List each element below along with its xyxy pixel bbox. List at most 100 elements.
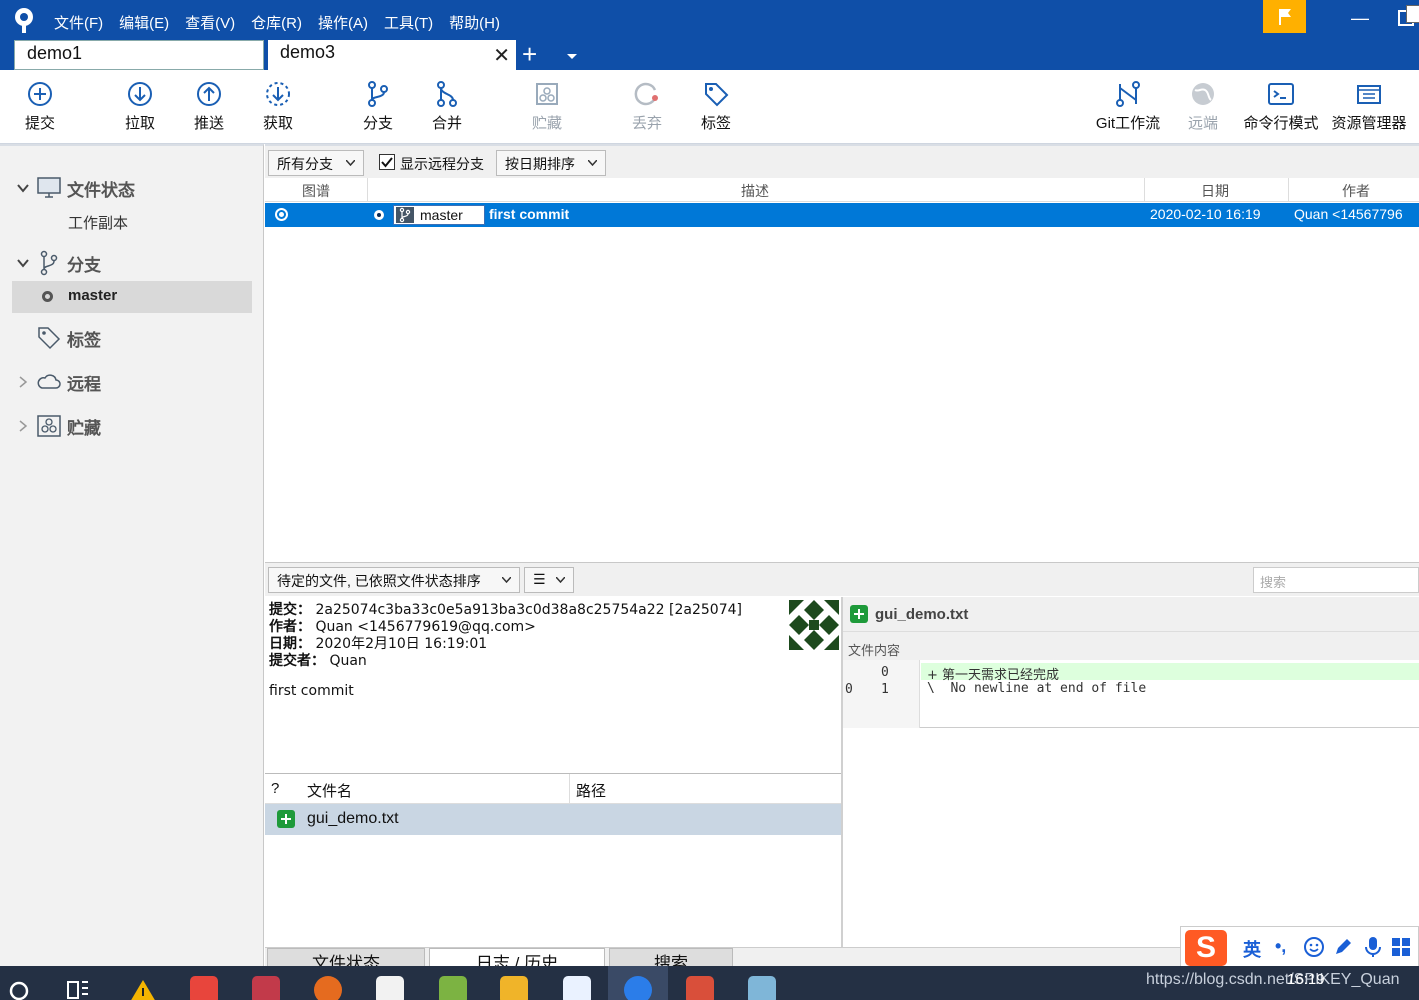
- pull-button[interactable]: 拉取: [105, 80, 175, 133]
- fetch-button[interactable]: 获取: [243, 80, 313, 133]
- chevron-right-icon[interactable]: [16, 375, 30, 389]
- tab-file-status[interactable]: 文件状态: [267, 948, 425, 966]
- ime-toolbar: S 英 •,: [1180, 926, 1419, 968]
- tag-button[interactable]: 标签: [681, 80, 751, 133]
- old-line-number: 0: [845, 682, 853, 697]
- merge-button[interactable]: 合并: [412, 80, 482, 133]
- column-divider[interactable]: [569, 774, 570, 803]
- firefox-icon[interactable]: [314, 976, 342, 1000]
- menu-tools[interactable]: 工具(T): [376, 8, 441, 37]
- flag-icon: [1278, 8, 1291, 25]
- remote-button[interactable]: 远端: [1168, 80, 1238, 133]
- close-icon[interactable]: ✕: [493, 43, 510, 68]
- show-remote-label: 显示远程分支: [400, 156, 484, 172]
- chevron-down-icon[interactable]: [16, 181, 30, 195]
- menu-help[interactable]: 帮助(H): [441, 8, 508, 37]
- task-view-icon[interactable]: [66, 980, 90, 1000]
- microphone-icon[interactable]: [1362, 935, 1384, 959]
- file-explorer-icon[interactable]: [500, 976, 528, 1000]
- watermark-text: https://blog.csdn.net/SPIKEY_Quan: [1146, 971, 1400, 988]
- column-divider[interactable]: [1144, 178, 1145, 202]
- chevron-right-icon[interactable]: [16, 419, 30, 433]
- column-divider[interactable]: [1288, 178, 1289, 202]
- terminal-button[interactable]: 命令行模式: [1240, 80, 1322, 133]
- notepad-icon[interactable]: [748, 976, 776, 1000]
- search-icon[interactable]: [8, 980, 30, 1000]
- clock[interactable]: 16:19: [1287, 971, 1325, 988]
- menu-edit[interactable]: 编辑(E): [111, 8, 177, 37]
- ime-punctuation-toggle[interactable]: •,: [1275, 936, 1286, 957]
- menu-bar: 文件(F) 编辑(E) 查看(V) 仓库(R) 操作(A) 工具(T) 帮助(H…: [46, 8, 508, 37]
- sourcetree-logo-icon: [15, 8, 33, 33]
- pen-icon[interactable]: [1332, 936, 1354, 958]
- sidebar-item-file-status[interactable]: 文件状态: [0, 173, 264, 203]
- merge-icon: [437, 81, 457, 107]
- sidebar-item-master[interactable]: master: [12, 281, 252, 313]
- menu-repository[interactable]: 仓库(R): [243, 8, 310, 37]
- discard-button[interactable]: 丢弃: [612, 80, 682, 133]
- minimize-button[interactable]: —: [1345, 4, 1375, 32]
- date-column-header[interactable]: 日期: [1201, 181, 1229, 201]
- flag-button[interactable]: [1263, 0, 1306, 33]
- graph-column-header[interactable]: 图谱: [302, 181, 330, 201]
- file-sort-dropdown[interactable]: 待定的文件, 已依照文件状态排序: [268, 567, 520, 593]
- push-button[interactable]: 推送: [174, 80, 244, 133]
- grid-icon[interactable]: [1391, 937, 1411, 957]
- monitor-icon: [37, 177, 61, 198]
- warning-app-icon[interactable]: [129, 978, 157, 1000]
- view-mode-dropdown[interactable]: ☰: [524, 567, 574, 593]
- add-tab-button[interactable]: +: [522, 40, 537, 68]
- ime-language-toggle[interactable]: 英: [1243, 936, 1261, 962]
- chevron-down-icon[interactable]: [564, 46, 580, 66]
- sidebar-item-stashes[interactable]: 贮藏: [0, 411, 264, 441]
- tab-log-history[interactable]: 日志 / 历史: [429, 948, 605, 966]
- tab-search[interactable]: 搜索: [609, 948, 733, 966]
- camera-icon[interactable]: [376, 976, 404, 1000]
- menu-actions[interactable]: 操作(A): [310, 8, 376, 37]
- tab-demo3[interactable]: demo3 ✕: [268, 40, 516, 70]
- search-input[interactable]: 搜索: [1253, 567, 1419, 593]
- description-column-header[interactable]: 描述: [741, 181, 769, 201]
- stash-icon: [536, 83, 558, 105]
- sidebar-item-working-copy[interactable]: 工作副本: [0, 207, 264, 237]
- branch-icon: [368, 81, 388, 107]
- author-column-header[interactable]: 作者: [1342, 181, 1370, 201]
- sidebar-item-tags[interactable]: 标签: [0, 323, 264, 353]
- diff-options-button[interactable]: [1406, 5, 1419, 23]
- emoji-icon[interactable]: [1303, 936, 1325, 958]
- commit-date: 2020-02-10 16:19: [1150, 206, 1261, 222]
- commit-button[interactable]: 提交: [5, 80, 75, 133]
- path-column-header[interactable]: 路径: [576, 780, 606, 801]
- sidebar-item-branches[interactable]: 分支: [0, 248, 264, 278]
- chrome-icon[interactable]: [190, 976, 218, 1000]
- show-remote-checkbox[interactable]: [379, 154, 395, 170]
- menu-view[interactable]: 查看(V): [177, 8, 243, 37]
- diff-content: 0 + 第一天需求已经完成 0 1 \ No newline at end of…: [843, 660, 1419, 728]
- gitflow-button[interactable]: Git工作流: [1090, 80, 1166, 133]
- commit-author: Quan <14567796: [1294, 206, 1403, 222]
- explorer-button[interactable]: 资源管理器: [1328, 80, 1410, 133]
- sogou-logo-icon[interactable]: S: [1185, 930, 1227, 966]
- commit-row[interactable]: master first commit 2020-02-10 16:19 Qua…: [265, 203, 1419, 227]
- push-icon: [197, 82, 221, 106]
- stash-button[interactable]: 贮藏: [512, 80, 582, 133]
- branch-button[interactable]: 分支: [343, 80, 413, 133]
- sort-dropdown[interactable]: 按日期排序: [496, 150, 606, 176]
- paint-app-icon[interactable]: [252, 976, 280, 1000]
- gitflow-icon: [1116, 81, 1140, 107]
- filename-column-header[interactable]: 文件名: [307, 780, 352, 801]
- chevron-down-icon[interactable]: [16, 256, 30, 270]
- tab-demo1[interactable]: demo1: [14, 40, 264, 70]
- git-gui-icon[interactable]: [686, 976, 714, 1000]
- branch-filter-dropdown[interactable]: 所有分支: [268, 150, 364, 176]
- branch-label-master[interactable]: master: [393, 205, 485, 225]
- column-divider[interactable]: [367, 178, 368, 202]
- baidu-netdisk-icon[interactable]: [563, 976, 591, 1000]
- commit-icon: [28, 82, 52, 106]
- sourcetree-taskbar-button[interactable]: [608, 966, 668, 1000]
- menu-file[interactable]: 文件(F): [46, 8, 111, 37]
- status-column-header[interactable]: ?: [271, 780, 279, 797]
- file-row[interactable]: gui_demo.txt: [265, 804, 841, 835]
- android-studio-icon[interactable]: [439, 976, 467, 1000]
- sidebar-item-remotes[interactable]: 远程: [0, 367, 264, 397]
